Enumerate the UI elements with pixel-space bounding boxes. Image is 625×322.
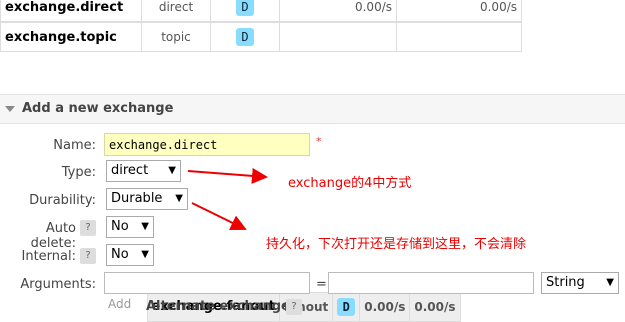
durability-annotation: 持久化，下次打开还是存储到这里，不会清除	[266, 237, 527, 252]
annotation-arrows	[187, 167, 268, 231]
type-annotation: exchange的4中方式	[288, 176, 412, 191]
durability-annotation-arrow	[191, 202, 247, 231]
type-annotation-arrow	[187, 167, 268, 184]
